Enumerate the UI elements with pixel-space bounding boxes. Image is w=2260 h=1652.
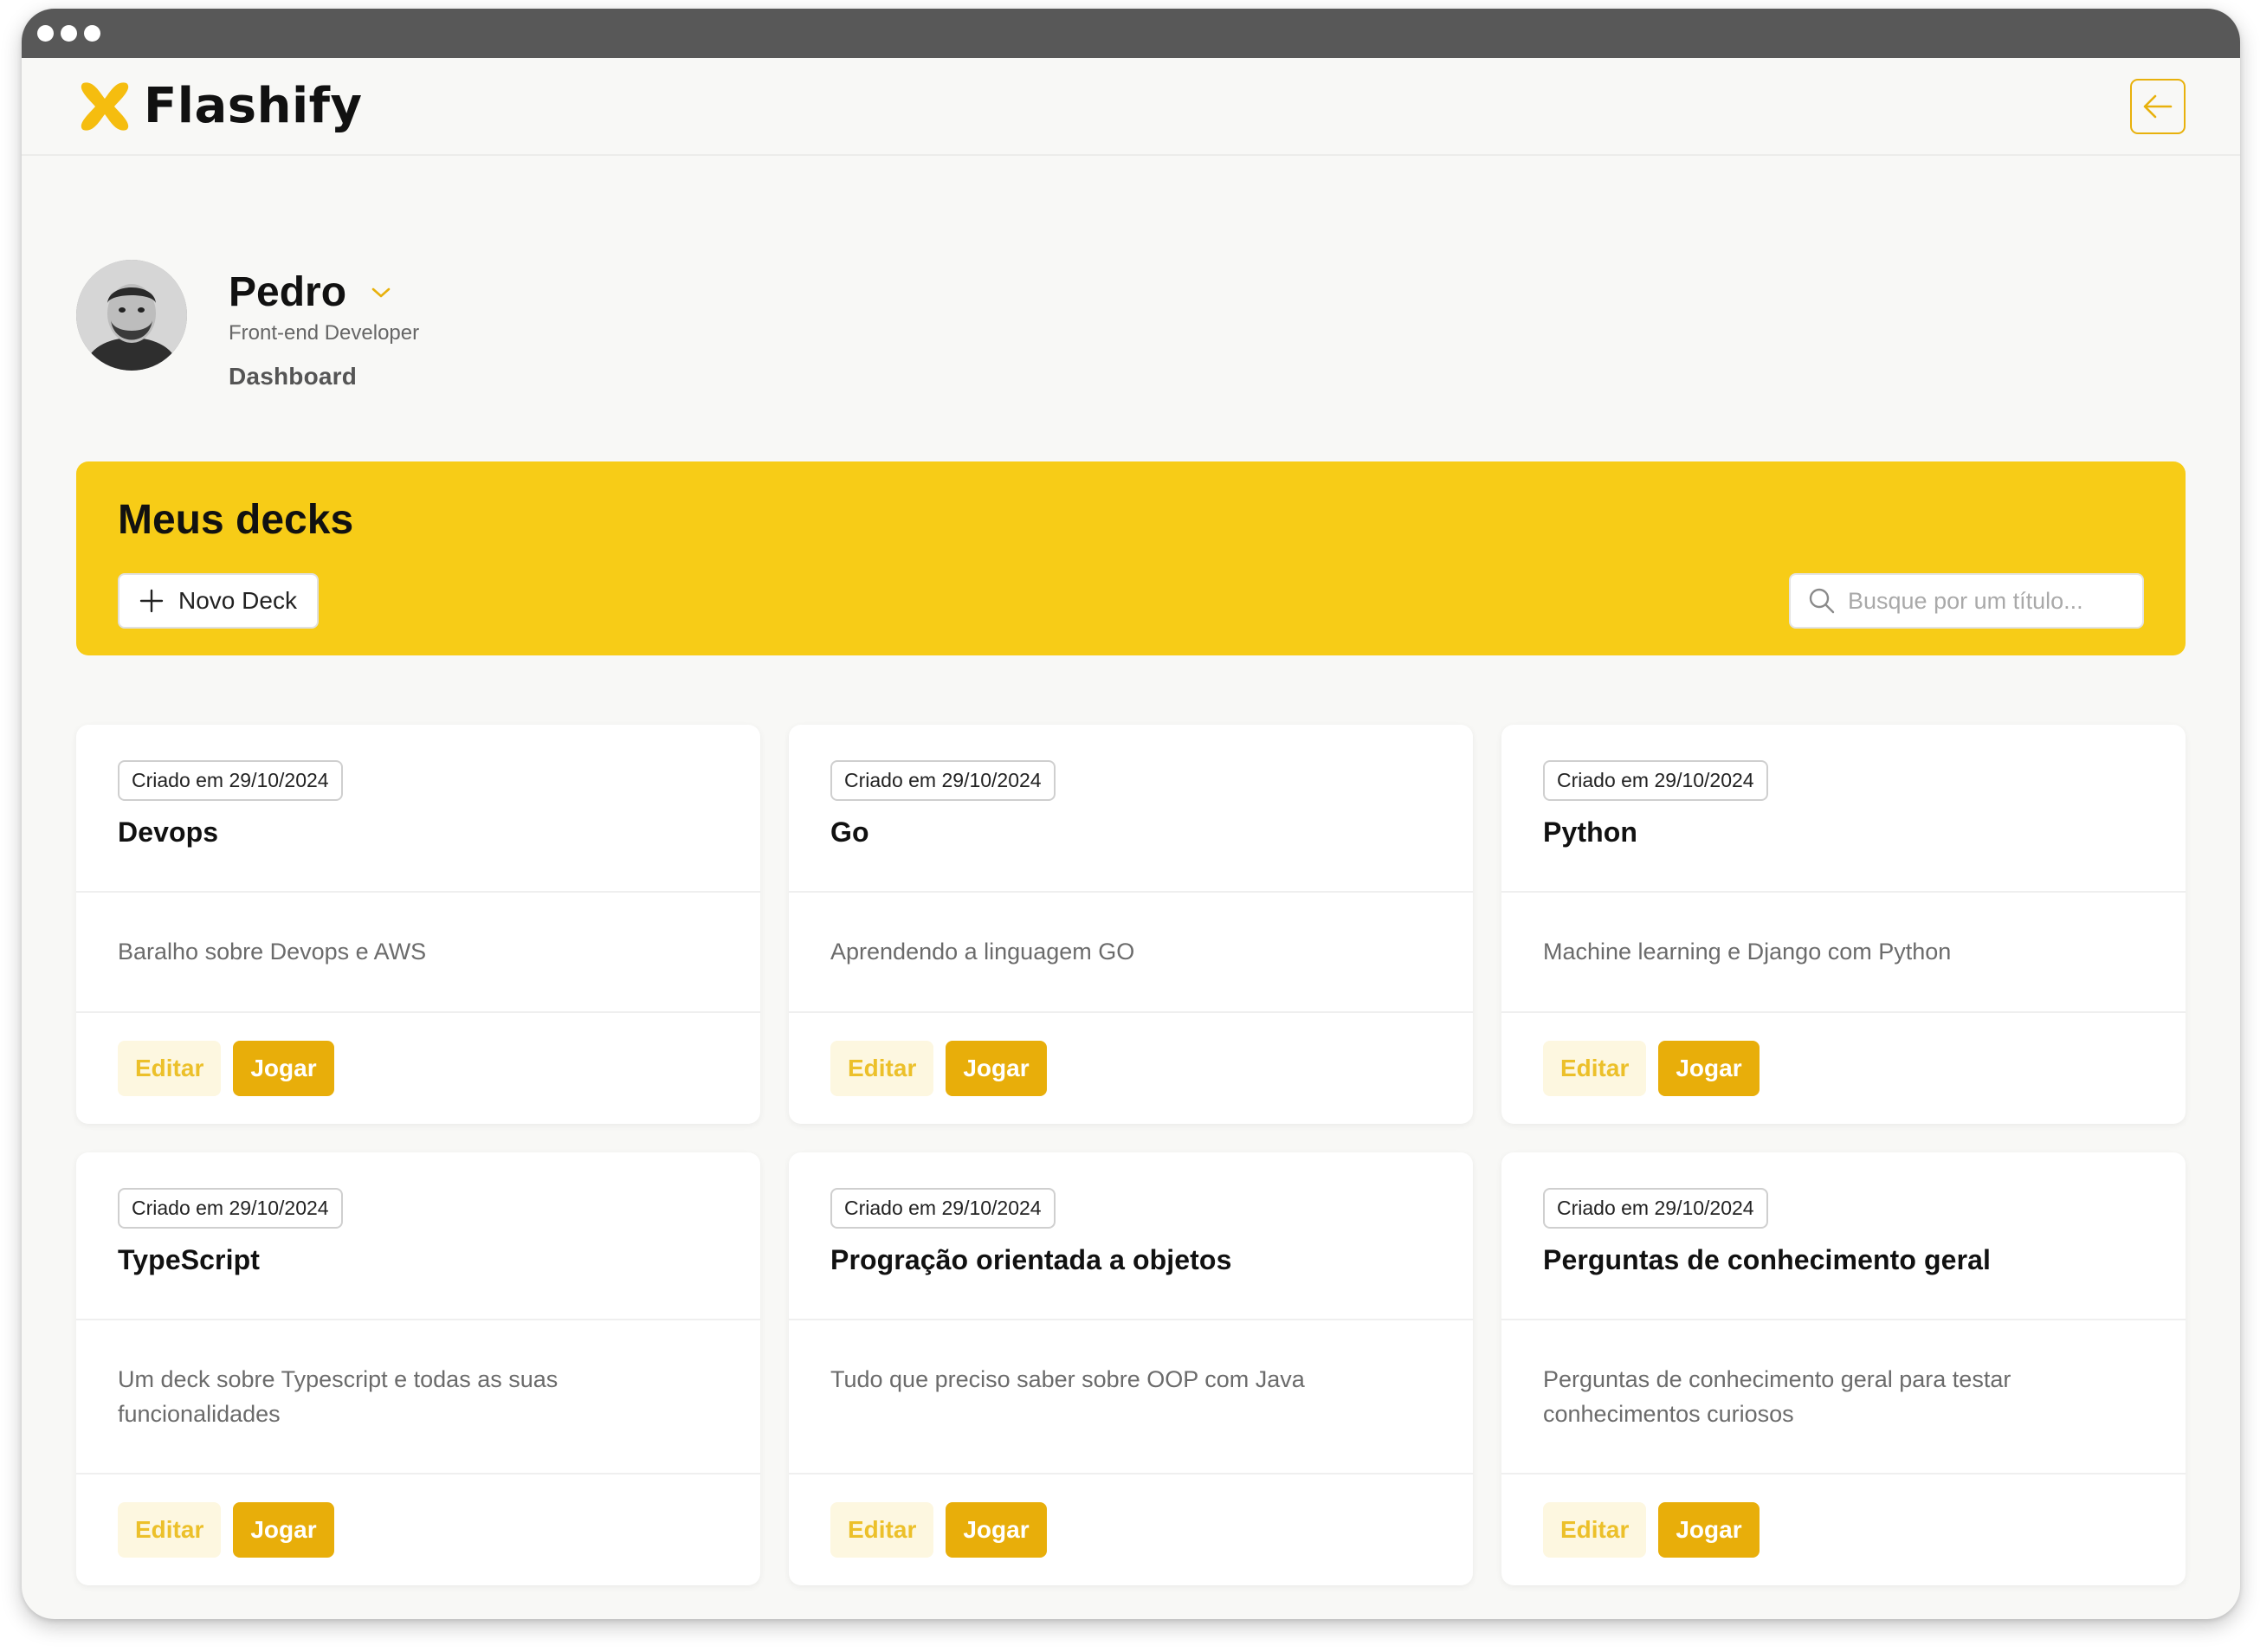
created-date-badge: Criado em 29/10/2024 (118, 1188, 343, 1229)
deck-grid: Criado em 29/10/2024 Devops Baralho sobr… (76, 725, 2186, 1585)
deck-card: Criado em 29/10/2024 Devops Baralho sobr… (76, 725, 760, 1124)
avatar-portrait-icon (76, 260, 187, 371)
edit-deck-button[interactable]: Editar (1543, 1502, 1647, 1558)
window-control-dot[interactable] (84, 25, 100, 42)
dashboard-link[interactable]: Dashboard (229, 363, 419, 390)
deck-description: Um deck sobre Typescript e todas as suas… (76, 1320, 760, 1475)
deck-card: Criado em 29/10/2024 Perguntas de conhec… (1501, 1152, 2186, 1585)
app-name: Flashify (144, 78, 363, 134)
deck-title: Perguntas de conhecimento geral (1543, 1244, 1992, 1275)
deck-card: Criado em 29/10/2024 Go Aprendendo a lin… (789, 725, 1473, 1124)
profile-info: Pedro Front-end Developer Dashboard (229, 260, 419, 390)
deck-card-header: Criado em 29/10/2024 TypeScript (76, 1152, 760, 1320)
edit-deck-button[interactable]: Editar (830, 1041, 934, 1096)
new-deck-button[interactable]: Novo Deck (118, 573, 319, 629)
profile-name-row[interactable]: Pedro (229, 268, 419, 316)
play-deck-button[interactable]: Jogar (946, 1041, 1047, 1096)
edit-deck-button[interactable]: Editar (830, 1502, 934, 1558)
deck-actions: Editar Jogar (1501, 1475, 2186, 1585)
new-deck-label: Novo Deck (178, 587, 297, 614)
deck-card-header: Criado em 29/10/2024 Devops (76, 725, 760, 893)
deck-actions: Editar Jogar (789, 1013, 1473, 1124)
page-title: Meus decks (118, 497, 354, 543)
play-deck-button[interactable]: Jogar (233, 1502, 334, 1558)
avatar (76, 260, 187, 371)
deck-card-header: Criado em 29/10/2024 Perguntas de conhec… (1501, 1152, 2186, 1320)
play-deck-button[interactable]: Jogar (1658, 1041, 1760, 1096)
search-icon (1809, 588, 1835, 614)
deck-title: Go (830, 816, 869, 848)
deck-card: Criado em 29/10/2024 TypeScript Um deck … (76, 1152, 760, 1585)
created-date-badge: Criado em 29/10/2024 (830, 760, 1056, 801)
play-deck-button[interactable]: Jogar (946, 1502, 1047, 1558)
deck-title: Python (1543, 816, 1638, 848)
created-date-badge: Criado em 29/10/2024 (830, 1188, 1056, 1229)
deck-description: Tudo que preciso saber sobre OOP com Jav… (789, 1320, 1473, 1475)
app-logo[interactable]: Flashify (76, 78, 363, 135)
deck-description: Baralho sobre Devops e AWS (76, 893, 760, 1013)
search-input[interactable] (1848, 587, 2125, 615)
deck-actions: Editar Jogar (76, 1013, 760, 1124)
top-navbar: Flashify (22, 58, 2240, 156)
deck-description: Perguntas de conhecimento geral para tes… (1501, 1320, 2186, 1475)
deck-actions: Editar Jogar (789, 1475, 1473, 1585)
deck-actions: Editar Jogar (76, 1475, 760, 1585)
created-date-badge: Criado em 29/10/2024 (118, 760, 343, 801)
arrow-left-icon (2143, 94, 2173, 118)
created-date-badge: Criado em 29/10/2024 (1543, 1188, 1768, 1229)
deck-card-header: Criado em 29/10/2024 Python (1501, 725, 2186, 893)
window-control-dot[interactable] (61, 25, 77, 42)
deck-description: Aprendendo a linguagem GO (789, 893, 1473, 1013)
play-deck-button[interactable]: Jogar (233, 1041, 334, 1096)
deck-actions: Editar Jogar (1501, 1013, 2186, 1124)
deck-card: Criado em 29/10/2024 Python Machine lear… (1501, 725, 2186, 1124)
deck-title: TypeScript (118, 1244, 260, 1275)
edit-deck-button[interactable]: Editar (118, 1502, 222, 1558)
search-box[interactable] (1789, 573, 2144, 629)
user-role: Front-end Developer (229, 321, 420, 345)
window-titlebar (22, 9, 2240, 58)
decks-banner: Meus decks Novo Deck (76, 461, 2186, 655)
plus-icon (139, 589, 164, 613)
deck-card-header: Criado em 29/10/2024 Progração orientada… (789, 1152, 1473, 1320)
chevron-down-icon[interactable] (371, 287, 391, 299)
edit-deck-button[interactable]: Editar (118, 1041, 222, 1096)
created-date-badge: Criado em 29/10/2024 (1543, 760, 1768, 801)
deck-card: Criado em 29/10/2024 Progração orientada… (789, 1152, 1473, 1585)
user-profile: Pedro Front-end Developer Dashboard (76, 260, 419, 390)
play-deck-button[interactable]: Jogar (1658, 1502, 1760, 1558)
deck-description: Machine learning e Django com Python (1501, 893, 2186, 1013)
logout-button[interactable] (2130, 78, 2186, 134)
user-name: Pedro (229, 269, 347, 315)
window-control-dot[interactable] (37, 25, 54, 42)
flashify-x-logo-icon (81, 81, 129, 131)
deck-title: Progração orientada a objetos (830, 1244, 1232, 1275)
browser-window: Flashify Pedro Front-end Developer Dashb… (22, 9, 2240, 1619)
deck-title: Devops (118, 816, 219, 848)
deck-card-header: Criado em 29/10/2024 Go (789, 725, 1473, 893)
edit-deck-button[interactable]: Editar (1543, 1041, 1647, 1096)
